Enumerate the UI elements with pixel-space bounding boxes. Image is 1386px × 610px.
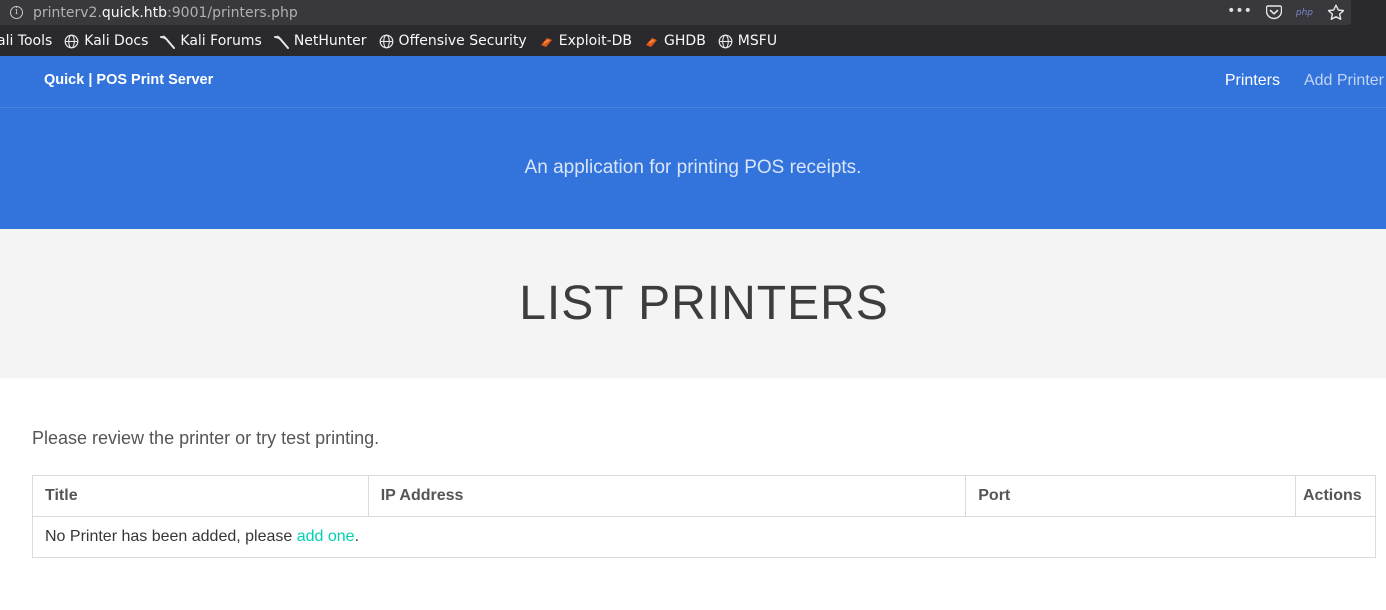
printers-table: Title IP Address Port Actions No Printer… <box>32 475 1377 558</box>
bookmarks-toolbar: ali Tools Kali Docs Kali Forums NetHunte… <box>0 26 1386 56</box>
bookmark-kali-docs[interactable]: Kali Docs <box>64 33 148 49</box>
url-suffix: :9001/printers.php <box>167 4 298 21</box>
nav-add-printer-link[interactable]: Add Printer <box>1304 72 1384 90</box>
kali-dragon-icon <box>273 34 289 49</box>
bookmark-star-icon[interactable] <box>1327 4 1345 21</box>
bookmark-msfu[interactable]: MSFU <box>718 33 777 49</box>
intro-text: Please review the printer or try test pr… <box>32 428 380 448</box>
bookmark-label: MSFU <box>737 33 778 49</box>
column-header-title: Title <box>32 475 369 517</box>
section-header: LIST PRINTERS <box>0 229 1386 378</box>
bookmark-kali-tools[interactable]: ali Tools <box>0 33 52 49</box>
hero-subtitle: An application for printing POS receipts… <box>524 157 862 178</box>
url-host: quick.htb <box>101 4 168 21</box>
column-header-port: Port <box>965 475 1296 517</box>
pocket-icon[interactable] <box>1265 5 1282 20</box>
table-row: No Printer has been added, please add on… <box>32 516 1376 558</box>
empty-message-cell: No Printer has been added, please add on… <box>32 516 1376 558</box>
globe-icon <box>718 34 733 49</box>
bookmark-nethunter[interactable]: NetHunter <box>273 33 367 49</box>
bookmark-label: Kali Docs <box>84 33 149 49</box>
bookmark-label: Kali Forums <box>180 33 262 49</box>
browser-toolbar: i printerv2.quick.htb:9001/printers.php … <box>0 0 1386 26</box>
kali-dragon-icon <box>160 34 176 49</box>
url-prefix: printerv2. <box>33 4 102 21</box>
exploitdb-icon <box>644 34 659 49</box>
bookmark-label: Exploit-DB <box>558 33 633 49</box>
site-navbar: Quick | POS Print Server Printers Add Pr… <box>0 56 1386 108</box>
column-header-actions: Actions <box>1294 475 1377 517</box>
exploitdb-icon <box>539 34 554 49</box>
url-bar[interactable]: i printerv2.quick.htb:9001/printers.php … <box>0 0 1351 25</box>
bookmark-label: GHDB <box>664 33 706 49</box>
page-actions-menu-icon[interactable]: ••• <box>1227 4 1252 18</box>
globe-icon <box>64 34 79 49</box>
empty-message-text: No Printer has been added, please <box>45 528 297 545</box>
hero-banner: An application for printing POS receipts… <box>0 108 1386 229</box>
bookmark-kali-forums[interactable]: Kali Forums <box>160 33 262 49</box>
nav-links: Printers Add Printer <box>1225 72 1386 90</box>
bookmark-label: Offensive Security <box>398 33 527 49</box>
url-actions: ••• php <box>1227 0 1351 25</box>
globe-icon <box>379 34 394 49</box>
bookmark-exploit-db[interactable]: Exploit-DB <box>539 33 632 49</box>
bookmark-ghdb[interactable]: GHDB <box>644 33 706 49</box>
table-header-row: Title IP Address Port Actions <box>32 475 1377 517</box>
php-badge-icon[interactable]: php <box>1296 8 1313 18</box>
url-text[interactable]: printerv2.quick.htb:9001/printers.php <box>33 5 298 21</box>
add-one-link[interactable]: add one <box>297 528 355 545</box>
brand-link[interactable]: Quick | POS Print Server <box>44 72 213 88</box>
empty-message-period: . <box>354 528 360 545</box>
page-title: LIST PRINTERS <box>519 277 889 330</box>
site-info-icon[interactable]: i <box>10 6 23 19</box>
bookmark-label: NetHunter <box>293 33 367 49</box>
bookmark-offensive-security[interactable]: Offensive Security <box>379 33 527 49</box>
bookmark-label: ali Tools <box>0 33 53 49</box>
column-header-ip-address: IP Address <box>367 475 967 517</box>
nav-printers-link[interactable]: Printers <box>1225 72 1280 90</box>
